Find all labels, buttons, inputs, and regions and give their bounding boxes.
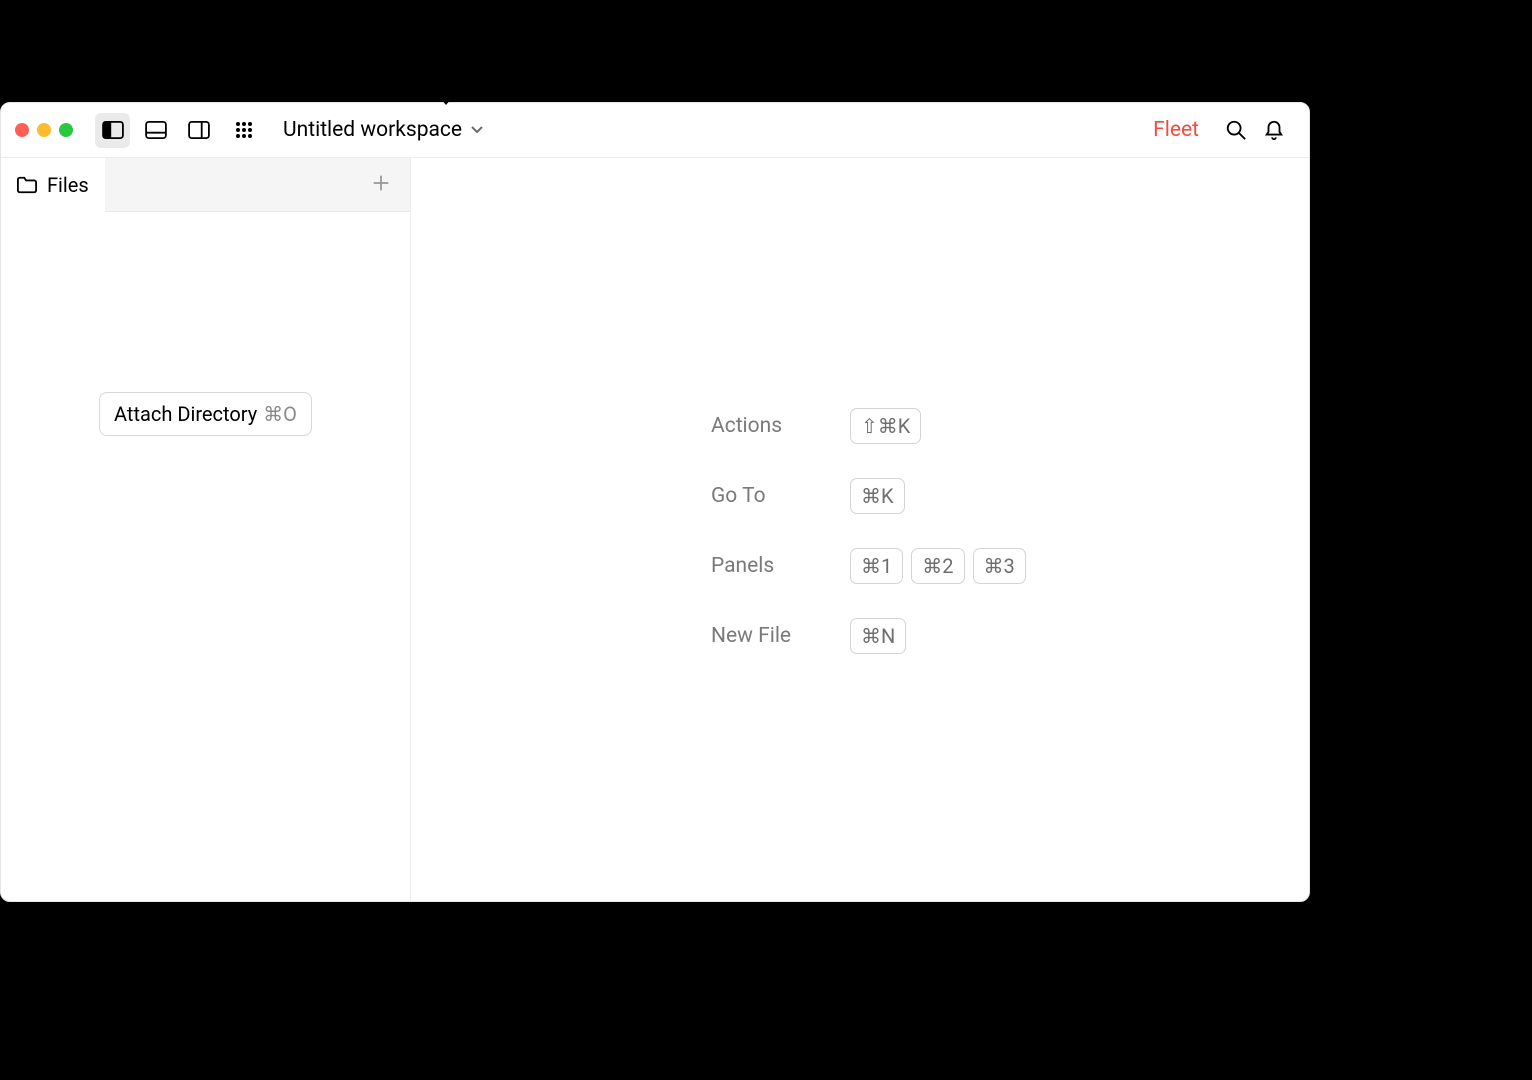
workspace-title-dropdown[interactable]: Untitled workspace: [283, 118, 484, 142]
sidebar-tab-strip-blank: [105, 158, 410, 212]
hint-keys-panels: ⌘1 ⌘2 ⌘3: [850, 548, 1026, 584]
folder-icon: [17, 176, 37, 194]
panel-toggle-group: [95, 113, 216, 148]
welcome-hints: Actions ⇧⌘K Go To ⌘K Panels ⌘1 ⌘2 ⌘3 New…: [711, 408, 1026, 654]
search-icon: [1225, 119, 1247, 141]
grid-icon: [235, 121, 253, 139]
kbd: ⌘N: [850, 618, 906, 654]
kbd: ⌘K: [850, 478, 905, 514]
attach-directory-label: Attach Directory: [114, 402, 257, 426]
hint-label-panels: Panels: [711, 554, 846, 578]
hint-label-actions: Actions: [711, 414, 846, 438]
kbd: ⌘2: [911, 548, 964, 584]
hint-keys-goto: ⌘K: [850, 478, 1026, 514]
app-window: Untitled workspace Fleet: [0, 102, 1310, 902]
panel-bottom-icon: [145, 121, 167, 139]
panel-left-icon: [102, 121, 124, 139]
add-tab-button[interactable]: [370, 172, 392, 198]
chevron-down-icon: [470, 118, 484, 142]
sidebar-tab-strip: Files: [1, 158, 410, 212]
notifications-button[interactable]: [1257, 113, 1291, 147]
bell-icon: [1263, 119, 1285, 141]
window-controls: [15, 123, 73, 137]
app-grid-button[interactable]: [226, 113, 261, 148]
editor-area: Actions ⇧⌘K Go To ⌘K Panels ⌘1 ⌘2 ⌘3 New…: [411, 158, 1309, 901]
attach-directory-button[interactable]: Attach Directory ⌘O: [99, 392, 312, 436]
kbd: ⌘1: [850, 548, 903, 584]
titlebar: Untitled workspace Fleet: [1, 103, 1309, 158]
brand-label: Fleet: [1153, 118, 1199, 142]
minimize-window-button[interactable]: [37, 123, 51, 137]
hint-label-newfile: New File: [711, 624, 846, 648]
toggle-right-panel-button[interactable]: [181, 113, 216, 148]
sidebar-tab-label: Files: [47, 173, 89, 197]
hint-keys-newfile: ⌘N: [850, 618, 1026, 654]
sidebar-content: Attach Directory ⌘O: [1, 212, 410, 901]
kbd: ⇧⌘K: [850, 408, 921, 444]
sidebar-tab-files[interactable]: Files: [1, 158, 105, 212]
maximize-window-button[interactable]: [59, 123, 73, 137]
plus-icon: [370, 172, 392, 194]
panel-right-icon: [188, 121, 210, 139]
attach-directory-shortcut: ⌘O: [263, 402, 297, 426]
close-window-button[interactable]: [15, 123, 29, 137]
hint-keys-actions: ⇧⌘K: [850, 408, 1026, 444]
toggle-bottom-panel-button[interactable]: [138, 113, 173, 148]
toggle-left-panel-button[interactable]: [95, 113, 130, 148]
workspace-title-label: Untitled workspace: [283, 118, 462, 142]
hint-label-goto: Go To: [711, 484, 846, 508]
sidebar: Files Attach Directory ⌘O: [1, 158, 411, 901]
callout-pointer: [436, 93, 456, 105]
kbd: ⌘3: [973, 548, 1026, 584]
app-body: Files Attach Directory ⌘O: [1, 158, 1309, 901]
search-button[interactable]: [1219, 113, 1253, 147]
